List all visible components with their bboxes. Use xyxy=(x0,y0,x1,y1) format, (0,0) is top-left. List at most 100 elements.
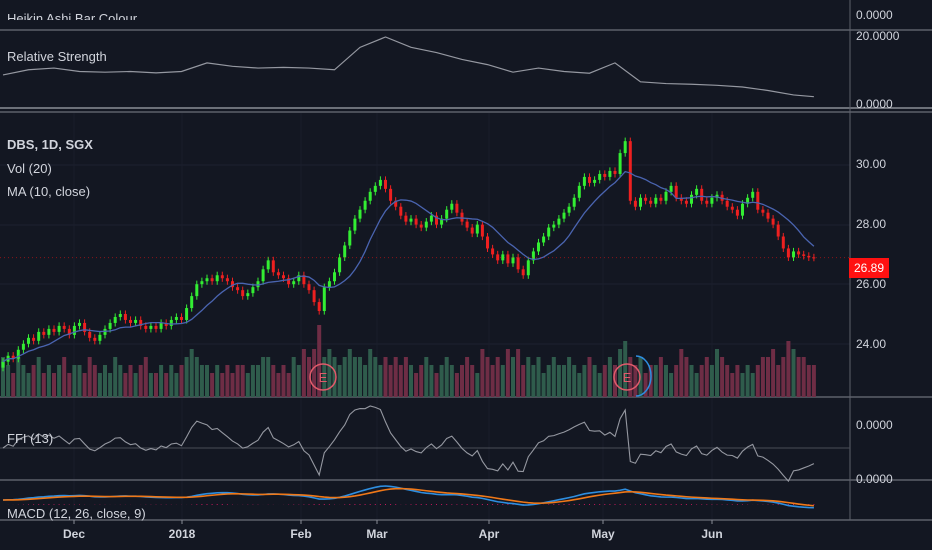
candle-body xyxy=(491,248,495,255)
candle-body xyxy=(200,281,204,285)
volume-bar xyxy=(72,365,77,397)
volume-bar xyxy=(143,357,148,397)
volume-bar xyxy=(592,365,597,397)
candle-body xyxy=(78,322,81,326)
volume-bar xyxy=(184,357,189,397)
volume-bar xyxy=(511,357,515,397)
candle-body xyxy=(633,200,637,207)
volume-bar xyxy=(388,365,393,397)
volume-bar xyxy=(358,357,362,397)
symbol-title[interactable]: DBS, 1D, SGX xyxy=(7,137,93,152)
candle-body xyxy=(108,322,112,329)
volume-bar xyxy=(699,365,704,397)
volume-bar xyxy=(618,349,623,397)
candle-body xyxy=(261,269,265,282)
volume-bar xyxy=(189,349,194,397)
candle-body xyxy=(588,176,591,183)
volume-bar xyxy=(317,325,322,397)
candle-body xyxy=(684,200,688,204)
volume-bar xyxy=(41,373,46,397)
candle-body xyxy=(802,254,806,256)
candle-body xyxy=(797,251,801,255)
price-tick: 24.00 xyxy=(856,337,887,351)
candle-body xyxy=(460,212,464,222)
candle-body xyxy=(144,325,148,329)
volume-bar xyxy=(709,365,714,397)
volume-bar xyxy=(57,365,62,397)
rs-axis-bottom: 0.0000 xyxy=(856,97,893,111)
candle-body xyxy=(480,224,484,237)
candle-body xyxy=(542,236,546,243)
candle-body xyxy=(113,316,117,323)
volume-bar xyxy=(760,357,765,397)
candle-body xyxy=(378,179,382,186)
candle-body xyxy=(389,188,393,201)
volume-bar xyxy=(674,365,679,397)
candle-body xyxy=(501,254,505,261)
volume-bar xyxy=(108,373,113,397)
volume-bar xyxy=(103,365,107,397)
candle-body xyxy=(236,287,240,291)
candle-body xyxy=(47,328,51,335)
volume-bar xyxy=(669,373,674,397)
candle-body xyxy=(118,314,122,317)
volume-bar xyxy=(250,365,255,397)
candle-body xyxy=(792,251,795,258)
ma-title[interactable]: MA (10, close) xyxy=(7,184,90,199)
volume-bar xyxy=(312,349,317,397)
volume-bar xyxy=(409,365,413,397)
candle-body xyxy=(327,281,331,288)
time-tick: Jun xyxy=(701,527,723,541)
volume-title[interactable]: Vol (20) xyxy=(7,161,52,176)
volume-bar xyxy=(225,365,230,397)
candle-body xyxy=(608,170,612,177)
candle-body xyxy=(562,212,566,219)
volume-bar xyxy=(429,365,434,397)
chart-canvas[interactable]: EE xyxy=(0,0,932,550)
volume-bar xyxy=(337,365,342,397)
candle-body xyxy=(735,209,739,216)
volume-bar xyxy=(444,357,449,397)
candle-body xyxy=(761,209,765,213)
volume-bar xyxy=(62,357,67,397)
volume-bar xyxy=(439,365,444,397)
volume-bar xyxy=(505,349,510,397)
price-tick: 26.00 xyxy=(856,277,887,291)
candle-body xyxy=(705,200,709,204)
macd-title[interactable]: MACD (12, 26, close, 9) xyxy=(7,506,146,521)
volume-bar xyxy=(562,365,566,397)
time-tick: Feb xyxy=(290,527,312,541)
candle-body xyxy=(322,287,326,312)
volume-bar xyxy=(500,365,505,397)
volume-bar xyxy=(46,365,51,397)
volume-bar xyxy=(587,357,592,397)
candle-body xyxy=(577,185,581,198)
volume-bar xyxy=(521,365,526,397)
ffi-title[interactable]: FFI (13) xyxy=(7,431,53,446)
volume-bar xyxy=(342,357,347,397)
candle-body xyxy=(424,221,428,228)
volume-bar xyxy=(567,357,572,397)
volume-bar xyxy=(97,373,102,397)
volume-bar xyxy=(755,365,760,397)
volume-bar xyxy=(582,365,587,397)
candle-body xyxy=(771,218,775,225)
volume-bar xyxy=(791,349,796,397)
rs-axis-top: 20.0000 xyxy=(856,29,900,43)
volume-bar xyxy=(704,357,709,397)
candle-body xyxy=(807,255,811,258)
volume-bar xyxy=(6,365,11,397)
candle-body xyxy=(664,191,668,201)
volume-bar xyxy=(694,373,699,397)
volume-bar xyxy=(164,373,169,397)
volume-bar xyxy=(266,357,271,397)
candle-body xyxy=(669,185,673,192)
price-tick: 30.00 xyxy=(856,157,887,171)
candle-body xyxy=(180,316,183,320)
volume-bar xyxy=(256,365,260,397)
volume-bar xyxy=(174,373,179,397)
volume-bar xyxy=(230,373,235,397)
candle-body xyxy=(526,260,530,276)
candle-body xyxy=(246,293,250,297)
volume-bar xyxy=(658,357,663,397)
